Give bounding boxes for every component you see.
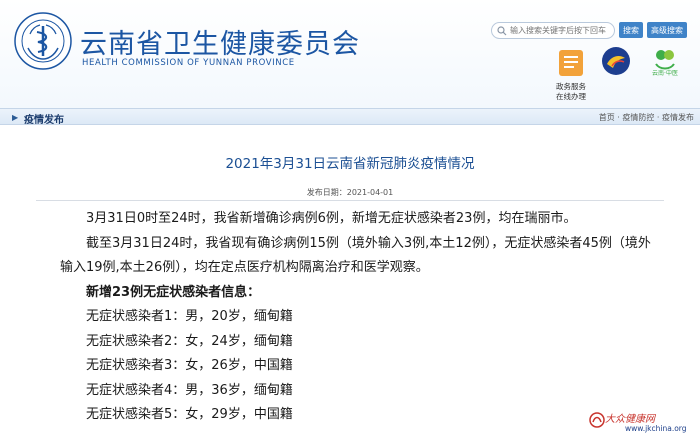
watermark: 大众健康网 www.jkchina.org <box>587 410 695 436</box>
nav-arrow-icon: ▶ <box>12 113 19 122</box>
case-item: 无症状感染者1：男，20岁，缅甸籍 <box>86 309 293 324</box>
section-heading: 新增23例无症状感染者信息： <box>86 284 261 300</box>
commission-emblem-icon[interactable] <box>14 12 72 70</box>
breadcrumb: 首页 · 疫情防控 · 疫情发布 <box>599 112 694 123</box>
case-item: 无症状感染者4：男，36岁，缅甸籍 <box>86 382 293 398</box>
case-item: 无症状感染者3：女，26岁，中国籍 <box>86 358 293 373</box>
healthy-yunnan-icon: 云南·中医 <box>652 50 678 77</box>
search-box[interactable] <box>491 22 615 39</box>
breadcrumb-home[interactable]: 首页 <box>599 113 615 122</box>
service-label-line2: 在线办理 <box>556 92 586 101</box>
site-header: 云南省卫生健康委员会 HEALTH COMMISSION OF YUNNAN P… <box>0 0 700 108</box>
breadcrumb-epidemic-release[interactable]: 疫情发布 <box>662 113 694 122</box>
section-nav-bar: ▶ 疫情发布 首页 · 疫情防控 · 疫情发布 <box>0 108 700 126</box>
article-body: 3月31日0时至24时，我省新增确诊病例6例，新增无症状感染者23例，均在瑞丽市… <box>60 207 660 428</box>
search-button[interactable]: 搜索 <box>619 22 643 38</box>
watermark-logo-icon <box>589 412 605 428</box>
bird-emblem-link[interactable] <box>594 46 638 80</box>
document-service-icon <box>559 50 583 76</box>
svg-text:云南·中医: 云南·中医 <box>652 69 678 76</box>
site-title[interactable]: 云南省卫生健康委员会 <box>80 22 360 61</box>
online-service-link[interactable]: 政务服务 在线办理 <box>549 48 593 102</box>
service-label-line1: 政务服务 <box>556 82 586 91</box>
divider <box>36 200 664 201</box>
case-item: 无症状感染者2：女，24岁，缅甸籍 <box>86 333 293 349</box>
watermark-name: 大众健康网 <box>605 414 655 425</box>
paragraph: 截至3月31日24时，我省现有确诊病例15例（境外输入3例,本土12例），无症状… <box>60 235 651 276</box>
search-icon <box>497 26 507 36</box>
bird-emblem-icon <box>602 47 630 75</box>
search-input[interactable] <box>510 24 614 37</box>
publish-date: 发布日期：2021-04-01 <box>306 188 394 197</box>
breadcrumb-separator: · <box>617 113 620 122</box>
site-subtitle: HEALTH COMMISSION OF YUNNAN PROVINCE <box>82 58 295 68</box>
breadcrumb-epidemic-control[interactable]: 疫情防控 <box>622 113 654 122</box>
breadcrumb-separator: · <box>656 113 660 122</box>
healthy-yunnan-link[interactable]: 云南·中医 <box>643 46 687 80</box>
case-item: 无症状感染者5：女，29岁，中国籍 <box>86 407 293 422</box>
section-title[interactable]: 疫情发布 <box>24 111 64 126</box>
paragraph: 3月31日0时至24时，我省新增确诊病例6例，新增无症状感染者23例，均在瑞丽市… <box>86 211 577 226</box>
article-title: 2021年3月31日云南省新冠肺炎疫情情况 <box>225 156 475 172</box>
watermark-url: www.jkchina.org <box>625 424 687 433</box>
advanced-search-button[interactable]: 高级搜索 <box>647 22 687 38</box>
